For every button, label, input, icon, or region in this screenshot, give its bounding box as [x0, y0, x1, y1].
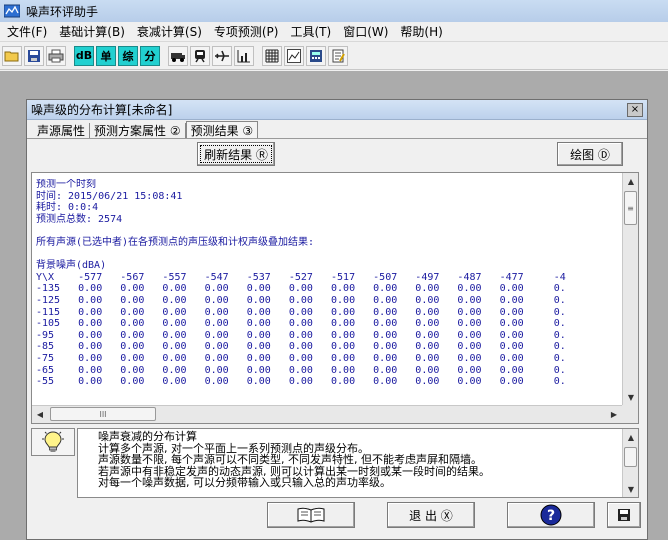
menu-basic-calc[interactable]: 基础计算(B)	[54, 23, 130, 40]
distribution-calc-window: 噪声级的分布计算[未命名] × 声源属性 预测方案属性 ② 预测结果 ③ 刷新结…	[26, 99, 648, 540]
app-titlebar: 噪声环评助手	[0, 0, 668, 22]
print-icon[interactable]	[46, 45, 66, 66]
tab-source-properties[interactable]: 声源属性	[33, 123, 91, 139]
horizontal-scrollbar[interactable]: ◀ III ▶	[32, 405, 622, 423]
result-row: -75 0.00 0.00 0.00 0.00 0.00 0.00 0.00 0…	[36, 352, 566, 364]
results-content: 预测一个时刻 时间: 2015/06/21 15:08:41 耗时: 0:0:4…	[36, 179, 622, 405]
hint-line: 声源数量不限, 每个声源可以不同类型, 不同发声特性, 但不能考虑声屏和隔墙。	[98, 453, 482, 466]
tab-strip: 声源属性 预测方案属性 ② 预测结果 ③	[33, 121, 259, 139]
svg-text:?: ?	[547, 508, 555, 524]
hint-line: 噪声衰减的分布计算	[98, 430, 197, 443]
manual-book-button[interactable]	[267, 502, 355, 528]
result-row: -65 0.00 0.00 0.00 0.00 0.00 0.00 0.00 0…	[36, 364, 566, 376]
result-section-title: 背景噪声(dBA)	[36, 260, 107, 272]
menu-special-prediction[interactable]: 专项预测(P)	[209, 23, 284, 40]
exit-button[interactable]: 退 出 Ⓧ	[387, 502, 475, 528]
scroll-right-icon[interactable]: ▶	[606, 406, 622, 422]
tab-prediction-results[interactable]: 预测结果 ③	[185, 121, 259, 139]
tab-prediction-scheme[interactable]: 预测方案属性 ②	[90, 123, 186, 139]
window-title: 噪声级的分布计算[未命名]	[31, 103, 173, 117]
result-line-time: 时间: 2015/06/21 15:08:41	[36, 190, 183, 202]
aircraft-icon[interactable]	[212, 45, 232, 66]
grid-icon[interactable]	[262, 45, 282, 66]
scroll-left-icon[interactable]: ◀	[32, 406, 48, 422]
save-disk-icon	[618, 509, 630, 521]
notepad-icon[interactable]	[328, 45, 348, 66]
result-row: -85 0.00 0.00 0.00 0.00 0.00 0.00 0.00 0…	[36, 341, 566, 353]
result-line-mode: 预测一个时刻	[36, 179, 96, 190]
dB-button[interactable]: dB	[74, 45, 94, 66]
hint-scrollbar[interactable]: ▲ ▼	[622, 429, 638, 497]
synthesis-button[interactable]: 综	[118, 45, 138, 66]
close-icon[interactable]: ×	[627, 102, 643, 117]
result-line-point-count: 预测点总数: 2574	[36, 213, 123, 225]
app-icon	[4, 4, 20, 18]
single-source-button[interactable]: 单	[96, 45, 116, 66]
save-button[interactable]	[607, 502, 641, 528]
result-line-elapsed: 耗时: 0:0:4	[36, 202, 99, 214]
vertical-scroll-thumb[interactable]: ≡	[624, 191, 637, 225]
hint-icon-box	[31, 428, 75, 456]
chart-icon[interactable]	[234, 45, 254, 66]
result-row: -115 0.00 0.00 0.00 0.00 0.00 0.00 0.00 …	[36, 306, 566, 318]
help-button[interactable]: ?	[507, 502, 595, 528]
lightbulb-icon	[42, 431, 64, 452]
vehicle-icon[interactable]	[168, 45, 188, 66]
result-row: -55 0.00 0.00 0.00 0.00 0.00 0.00 0.00 0…	[36, 376, 566, 388]
distribution-button[interactable]: 分	[140, 45, 160, 66]
result-row: -105 0.00 0.00 0.00 0.00 0.00 0.00 0.00 …	[36, 318, 566, 330]
results-textarea[interactable]: 预测一个时刻 时间: 2015/06/21 15:08:41 耗时: 0:0:4…	[31, 172, 639, 424]
save-disk-icon[interactable]	[24, 45, 44, 66]
result-row: -125 0.00 0.00 0.00 0.00 0.00 0.00 0.00 …	[36, 294, 566, 306]
hint-panel: 噪声衰减的分布计算 计算多个声源, 对一个平面上一系列预测点的声级分布。 声源数…	[77, 428, 639, 498]
result-summary: 所有声源(已选中者)在各预测点的声压级和计权声级叠加结果:	[36, 236, 315, 248]
menu-help[interactable]: 帮助(H)	[395, 23, 447, 40]
toolbar: dB 单 综 分	[0, 42, 668, 70]
vertical-scrollbar[interactable]: ▲ ≡ ▼	[622, 173, 638, 405]
menu-tools[interactable]: 工具(T)	[285, 23, 336, 40]
scroll-down-icon[interactable]: ▼	[623, 481, 638, 497]
plot-button[interactable]: 绘图 Ⓓ	[557, 142, 623, 166]
app-title: 噪声环评助手	[26, 4, 99, 19]
hint-scroll-thumb[interactable]	[624, 447, 637, 467]
horizontal-scroll-thumb[interactable]: III	[50, 407, 156, 421]
menu-file[interactable]: 文件(F)	[2, 23, 52, 40]
refresh-results-button[interactable]: 刷新结果 Ⓡ	[197, 142, 275, 166]
help-icon: ?	[540, 504, 562, 526]
open-folder-icon[interactable]	[2, 45, 22, 66]
calculator-icon[interactable]	[306, 45, 326, 66]
scroll-up-icon[interactable]: ▲	[623, 429, 638, 445]
hint-line: 对每一个噪声数据, 可以分频带输入或只输入总的声功率级。	[98, 476, 391, 489]
window-titlebar: 噪声级的分布计算[未命名] ×	[27, 100, 647, 120]
result-row: -95 0.00 0.00 0.00 0.00 0.00 0.00 0.00 0…	[36, 329, 566, 341]
book-icon	[297, 507, 325, 523]
menu-window[interactable]: 窗口(W)	[338, 23, 393, 40]
scroll-down-icon[interactable]: ▼	[623, 389, 638, 405]
scroll-up-icon[interactable]: ▲	[623, 173, 638, 189]
result-x-header: Y\X -577 -567 -557 -547 -537 -527 -517 -…	[36, 271, 566, 283]
menu-attenuation-calc[interactable]: 衰减计算(S)	[132, 23, 207, 40]
train-icon[interactable]	[190, 45, 210, 66]
line-chart-icon[interactable]	[284, 45, 304, 66]
result-row: -135 0.00 0.00 0.00 0.00 0.00 0.00 0.00 …	[36, 283, 566, 295]
menu-bar: 文件(F) 基础计算(B) 衰减计算(S) 专项预测(P) 工具(T) 窗口(W…	[0, 22, 668, 42]
